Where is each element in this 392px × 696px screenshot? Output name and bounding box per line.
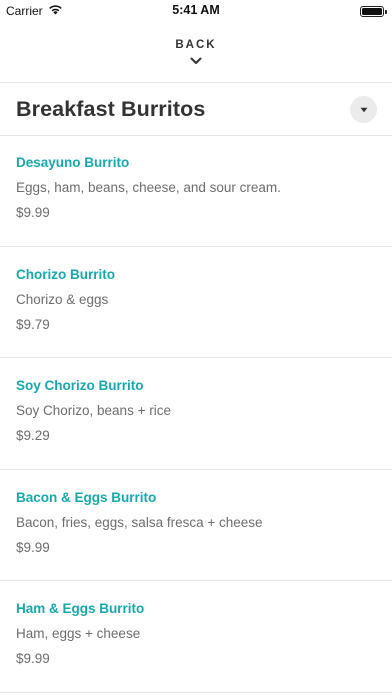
menu-item-price: $9.99 xyxy=(16,205,50,220)
menu-item-price: $9.79 xyxy=(16,316,50,332)
menu-item-name: Chorizo Burrito xyxy=(16,266,115,282)
chevron-down-icon xyxy=(190,52,202,70)
menu-item-description: Soy Chorizo, beans + rice xyxy=(16,403,171,418)
caret-down-icon xyxy=(360,100,368,118)
menu-item-name: Desayuno Burrito xyxy=(16,155,130,170)
menu-item-price: $9.99 xyxy=(16,539,50,555)
menu-item-name: Bacon & Eggs Burrito xyxy=(16,489,157,505)
menu-item-description: Ham, eggs + cheese xyxy=(16,626,141,641)
back-button[interactable]: BACK xyxy=(0,22,392,82)
menu-item-bacon-eggs-burrito[interactable]: Bacon & Eggs Burrito Bacon, fries, eggs,… xyxy=(0,470,392,581)
collapse-section-button[interactable] xyxy=(350,95,377,123)
menu-item-soy-chorizo-burrito[interactable]: Soy Chorizo Burrito Soy Chorizo, beans +… xyxy=(0,358,392,470)
menu-item-ham-eggs-burrito[interactable]: Ham & Eggs Burrito Ham, eggs + cheese $9… xyxy=(0,581,392,693)
status-time: 5:41 AM xyxy=(172,3,220,17)
menu-item-price: $9.29 xyxy=(16,428,50,443)
menu-item-list: Desayuno Burrito Eggs, ham, beans, chees… xyxy=(0,135,392,693)
menu-item-price: $9.99 xyxy=(16,651,50,666)
menu-item-description: Chorizo & eggs xyxy=(16,291,109,307)
menu-item-desayuno-burrito[interactable]: Desayuno Burrito Eggs, ham, beans, chees… xyxy=(0,135,392,247)
menu-item-description: Bacon, fries, eggs, salsa fresca + chees… xyxy=(16,514,263,530)
menu-item-name: Ham & Eggs Burrito xyxy=(16,601,145,616)
menu-item-description: Eggs, ham, beans, cheese, and sour cream… xyxy=(16,180,281,195)
back-label: BACK xyxy=(175,38,217,51)
section-header: Breakfast Burritos xyxy=(0,83,392,135)
menu-item-chorizo-burrito[interactable]: Chorizo Burrito Chorizo & eggs $9.79 xyxy=(0,247,392,358)
menu-item-name: Soy Chorizo Burrito xyxy=(16,378,144,393)
section-title: Breakfast Burritos xyxy=(16,96,206,121)
